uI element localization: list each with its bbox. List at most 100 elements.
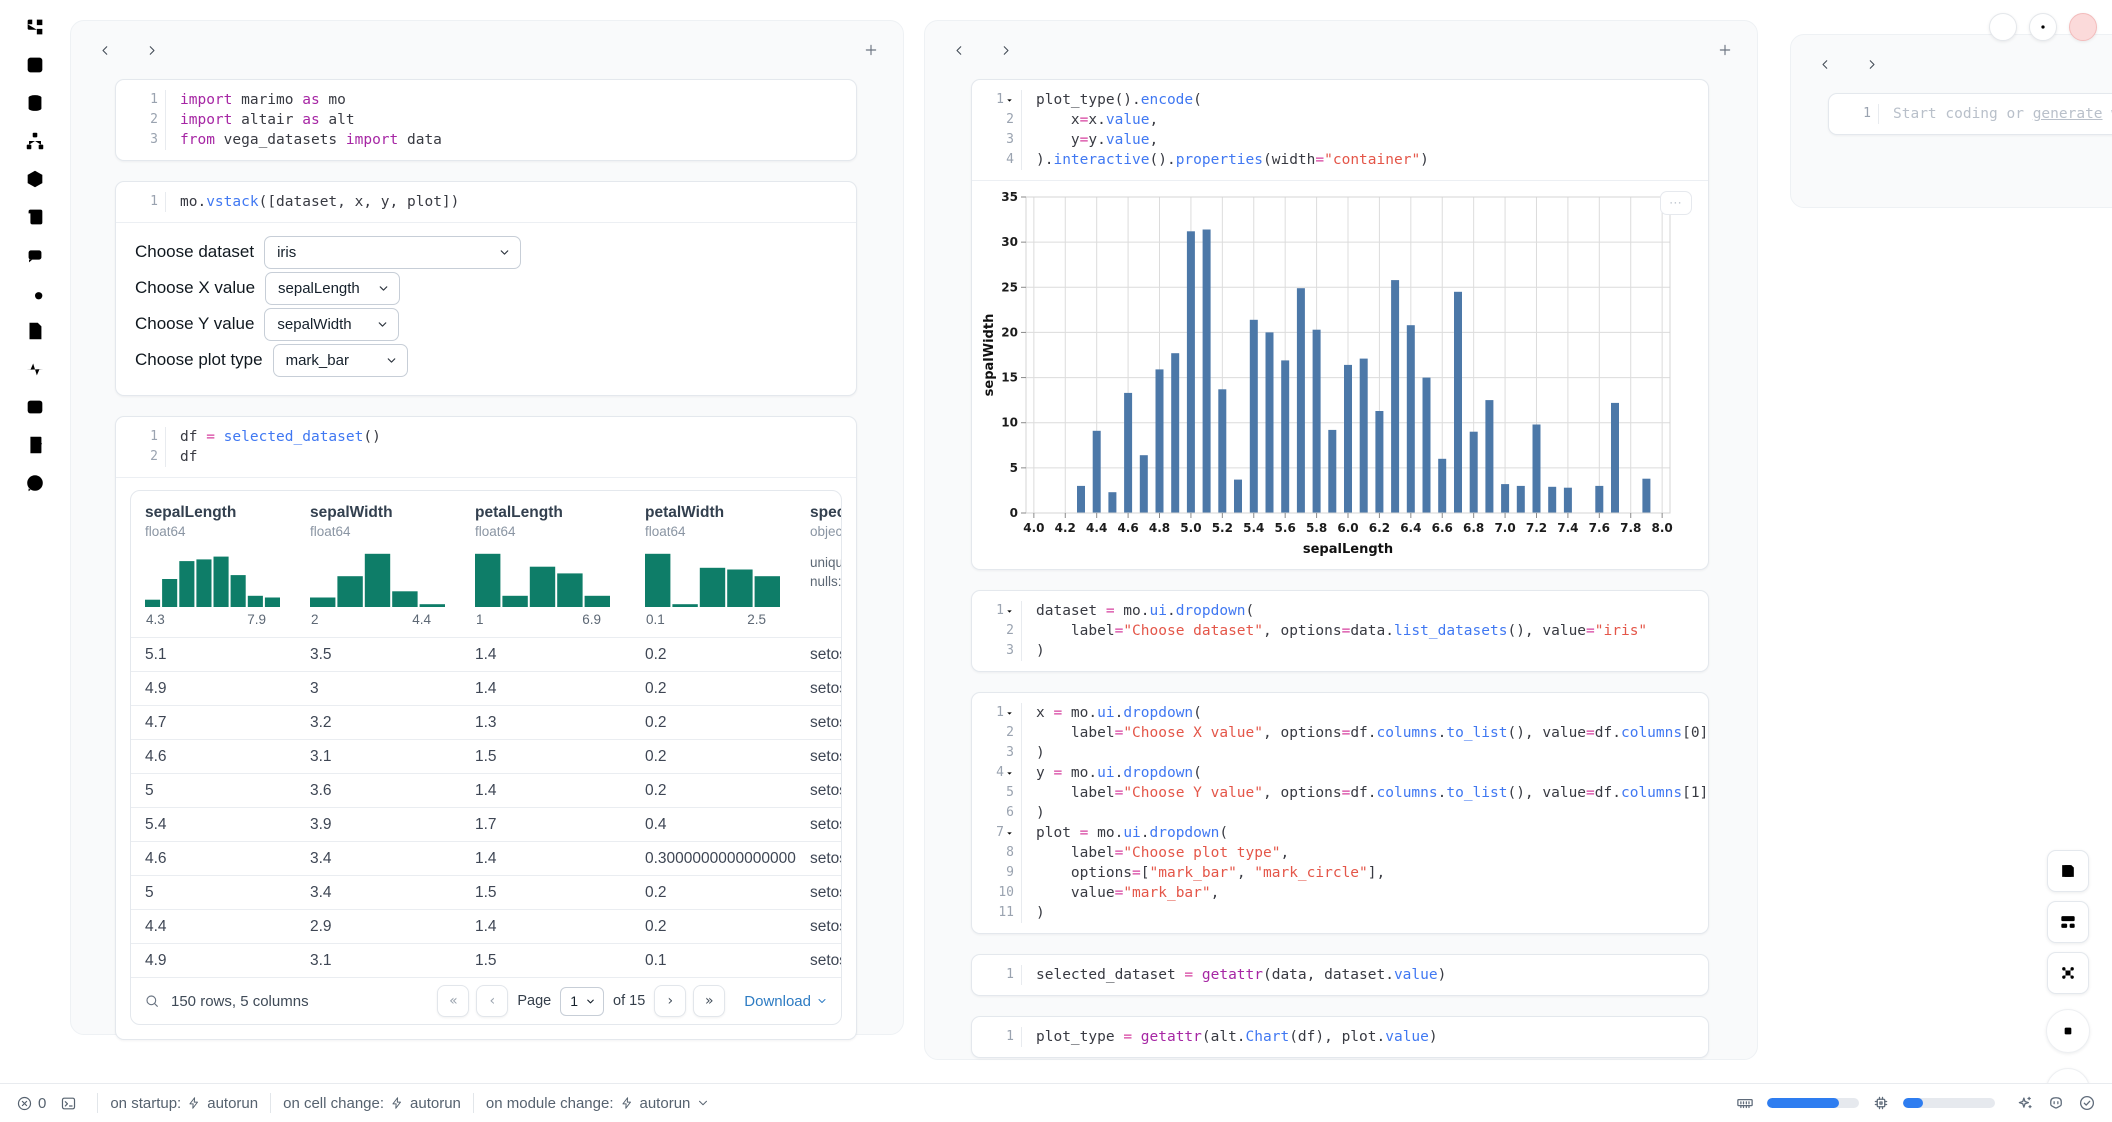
last-page-button[interactable]: » — [693, 985, 725, 1017]
code-editor-plot[interactable]: 1plot_type().encode(2 x=x.value,3 y=y.va… — [972, 80, 1708, 180]
fold-chevron-icon[interactable] — [1005, 607, 1014, 616]
column-header-sepalLength[interactable]: sepalLengthfloat644.37.9 — [131, 491, 296, 637]
column-histogram — [310, 551, 461, 607]
code-editor-plot-type[interactable]: 1plot_type = getattr(alt.Chart(df), plot… — [972, 1017, 1708, 1057]
code-editor-new-cell[interactable]: 1Start coding or generate with AI — [1829, 94, 2112, 134]
cell-dataframe: 1df = selected_dataset()2df sepalLengthfl… — [115, 416, 857, 1040]
line-number: 1 — [116, 90, 166, 110]
fold-chevron-icon[interactable] — [1005, 709, 1014, 718]
histogram-range: 24.4 — [310, 607, 461, 637]
search-icon[interactable] — [144, 993, 160, 1009]
svg-text:6.4: 6.4 — [1400, 521, 1421, 535]
dropdown-select[interactable]: sepalLength — [265, 272, 400, 305]
column-scroll-right-icon[interactable] — [141, 40, 161, 60]
functions-icon[interactable] — [24, 54, 48, 78]
column-name: petalWidth — [645, 504, 796, 522]
notebook-icon[interactable] — [24, 434, 48, 458]
code-editor-dataset-dropdown[interactable]: 1dataset = mo.ui.dropdown(2 label="Choos… — [972, 591, 1708, 671]
code-editor-xy-plot-dropdowns[interactable]: 1x = mo.ui.dropdown(2 label="Choose X va… — [972, 693, 1708, 933]
column-scroll-left-icon[interactable] — [949, 40, 969, 60]
menu-button[interactable] — [1989, 13, 2017, 41]
column-histogram — [145, 551, 296, 607]
column-header-petalLength[interactable]: petalLengthfloat6416.9 — [461, 491, 631, 637]
shutdown-button[interactable] — [2069, 13, 2097, 41]
file-tree-icon[interactable] — [24, 16, 48, 40]
documentation-icon[interactable] — [24, 320, 48, 344]
dropdown-label: Choose Y value — [135, 314, 254, 334]
help-icon[interactable] — [24, 472, 48, 496]
connection-status-icon[interactable] — [2078, 1094, 2096, 1112]
table-row: 53.61.40.2setosa — [131, 773, 841, 807]
column-scroll-left-icon[interactable] — [95, 40, 115, 60]
line-number: 7 — [972, 823, 1022, 843]
altair-bar-chart[interactable]: 4.04.24.44.64.85.05.25.45.65.86.06.26.46… — [972, 181, 1708, 569]
stop-button[interactable] — [2046, 1009, 2090, 1053]
column-scroll-left-icon[interactable] — [1815, 54, 1835, 74]
column-scroll-right-icon[interactable] — [995, 40, 1015, 60]
table-row: 4.73.21.30.2setosa — [131, 705, 841, 739]
svg-text:5.8: 5.8 — [1306, 521, 1327, 535]
table-footer: 150 rows, 5 columns«‹Page1of 15›»Downloa… — [131, 977, 841, 1024]
run-mode-label: on startup: — [110, 1095, 181, 1112]
database-icon[interactable] — [24, 92, 48, 116]
fold-chevron-icon[interactable] — [1005, 96, 1014, 105]
fold-chevron-icon[interactable] — [1005, 829, 1014, 838]
settings-button[interactable] — [2029, 13, 2057, 41]
column-header-species[interactable]: speciesobjectunique:nulls: — [796, 491, 841, 637]
code-editor-selected-dataset[interactable]: 1selected_dataset = getattr(data, datase… — [972, 955, 1708, 995]
table-row: 4.931.40.2setosa — [131, 671, 841, 705]
dropdown-select[interactable]: iris — [264, 236, 521, 269]
code-editor-dataframe[interactable]: 1df = selected_dataset()2df — [116, 417, 856, 477]
add-cell-button[interactable] — [1715, 40, 1735, 60]
errors-chip[interactable]: 0 — [16, 1095, 46, 1112]
terminal-button[interactable] — [60, 1095, 77, 1112]
run-mode-1[interactable]: on startup:autorun — [110, 1095, 258, 1112]
scratchpad-icon[interactable] — [24, 206, 48, 230]
column-header-sepalWidth[interactable]: sepalWidthfloat6424.4 — [296, 491, 461, 637]
layout-button[interactable] — [2047, 901, 2089, 943]
dropdown-select[interactable]: mark_bar — [273, 344, 408, 377]
chevron-down-icon — [585, 996, 596, 1007]
page-select[interactable]: 1 — [560, 987, 604, 1016]
svg-text:6.6: 6.6 — [1432, 521, 1453, 535]
run-mode-2[interactable]: on cell change:autorun — [283, 1095, 461, 1112]
svg-text:sepalWidth: sepalWidth — [982, 314, 997, 397]
table-cell: setosa — [796, 918, 841, 936]
next-page-button[interactable]: › — [654, 985, 686, 1017]
download-button[interactable]: Download — [744, 993, 828, 1010]
save-button[interactable] — [2047, 850, 2089, 892]
ai-sparkle-icon[interactable] — [2016, 1094, 2034, 1112]
cell-vstack: 1mo.vstack([dataset, x, y, plot])Choose … — [115, 181, 857, 396]
column-header-petalWidth[interactable]: petalWidthfloat640.12.5 — [631, 491, 796, 637]
packages-icon[interactable] — [24, 168, 48, 192]
first-page-button[interactable]: « — [437, 985, 469, 1017]
prev-page-button[interactable]: ‹ — [476, 985, 508, 1017]
cell-output: Choose datasetirisChoose X valuesepalLen… — [116, 223, 856, 395]
snippets-icon[interactable] — [24, 396, 48, 420]
dependency-graph-icon[interactable] — [24, 130, 48, 154]
dropdown-select[interactable]: sepalWidth — [264, 308, 399, 341]
copilot-icon[interactable] — [2047, 1094, 2065, 1112]
code-editor-vstack[interactable]: 1mo.vstack([dataset, x, y, plot]) — [116, 182, 856, 222]
line-number: 2 — [116, 447, 166, 467]
code-editor-imports[interactable]: 1import marimo as mo2import altair as al… — [116, 80, 856, 160]
line-number: 1 — [972, 703, 1022, 723]
tracing-icon[interactable] — [24, 358, 48, 382]
column-3-header — [1791, 35, 2112, 79]
logs-icon[interactable] — [24, 282, 48, 306]
run-mode-3[interactable]: on module change:autorun — [486, 1095, 710, 1112]
table-row: 4.93.11.50.1setosa — [131, 943, 841, 977]
table-cell: 1.5 — [461, 884, 631, 902]
memory-icon — [1736, 1094, 1754, 1112]
histogram-range: 16.9 — [475, 607, 631, 637]
table-cell: 0.2 — [631, 714, 796, 732]
add-cell-button[interactable] — [861, 40, 881, 60]
column-scroll-right-icon[interactable] — [1861, 54, 1881, 74]
svg-text:5.6: 5.6 — [1275, 521, 1296, 535]
chart-menu-button[interactable]: ⋯ — [1660, 191, 1692, 215]
fold-chevron-icon[interactable] — [1005, 769, 1014, 778]
keyboard-shortcuts-button[interactable] — [2047, 952, 2089, 994]
page-value: 1 — [570, 993, 578, 1009]
chat-icon[interactable] — [24, 244, 48, 268]
line-number: 6 — [972, 803, 1022, 823]
